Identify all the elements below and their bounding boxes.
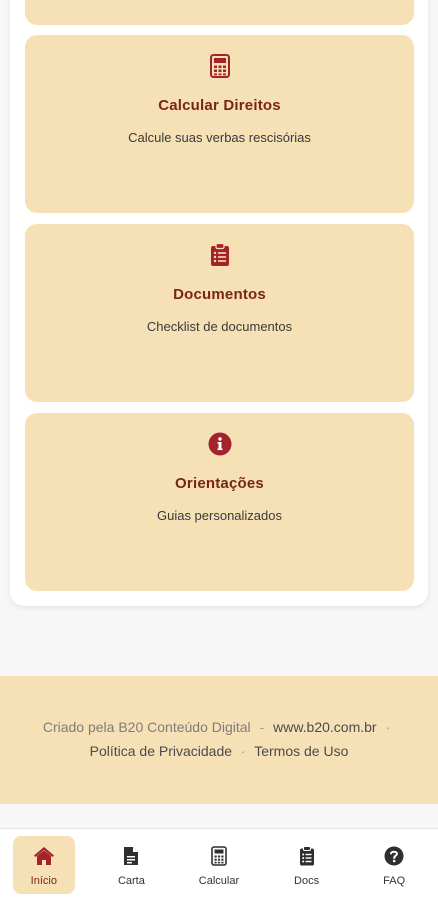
card-title: Orientações	[175, 475, 264, 492]
bottom-nav: Início Carta Calcular Docs FAQ	[0, 828, 438, 900]
nav-label: FAQ	[383, 875, 406, 887]
nav-label: Início	[30, 875, 57, 887]
nav-item-faq[interactable]: FAQ	[363, 836, 425, 894]
nav-item-carta[interactable]: Carta	[100, 836, 162, 894]
card-documentos[interactable]: Documentos Checklist de documentos	[25, 224, 414, 402]
card-description: Guias personalizados	[156, 508, 283, 523]
footer-separator: ·	[240, 743, 246, 759]
footer-site-link[interactable]: www.b20.com.br	[273, 719, 376, 735]
card-title: Calcular Direitos	[158, 97, 281, 114]
nav-item-calcular[interactable]: Calcular	[188, 836, 250, 894]
card-partial[interactable]	[25, 0, 414, 25]
nav-label: Calcular	[198, 875, 240, 887]
footer: Criado pela B20 Conteúdo Digital - www.b…	[0, 676, 438, 804]
nav-item-inicio[interactable]: Início	[12, 836, 75, 894]
home-icon	[33, 845, 55, 867]
nav-label: Docs	[294, 875, 320, 887]
clipboard-icon	[296, 845, 318, 867]
card-orientacoes[interactable]: Orientações Guias personalizados	[25, 413, 414, 591]
privacy-link[interactable]: Política de Privacidade	[90, 743, 232, 759]
card-title: Documentos	[173, 286, 266, 303]
card-description: Checklist de documentos	[146, 319, 293, 334]
card-description: Calcule suas verbas rescisórias	[128, 130, 311, 145]
footer-line-1: Criado pela B20 Conteúdo Digital - www.b…	[0, 719, 438, 735]
nav-item-docs[interactable]: Docs	[276, 836, 338, 894]
document-icon	[120, 845, 142, 867]
calculator-icon	[207, 53, 233, 79]
card-calcular-direitos[interactable]: Calcular Direitos Calcule suas verbas re…	[25, 35, 414, 213]
calculator-icon	[208, 845, 230, 867]
footer-separator: -	[259, 719, 265, 735]
info-icon	[207, 431, 233, 457]
help-icon	[383, 845, 405, 867]
terms-link[interactable]: Termos de Uso	[254, 743, 348, 759]
footer-credit: Criado pela B20 Conteúdo Digital	[42, 719, 251, 735]
footer-line-2: Política de Privacidade · Termos de Uso	[0, 743, 438, 759]
nav-label: Carta	[117, 875, 145, 887]
page: Calcular Direitos Calcule suas verbas re…	[0, 0, 438, 900]
footer-separator: ·	[385, 719, 391, 735]
clipboard-icon	[207, 242, 233, 268]
